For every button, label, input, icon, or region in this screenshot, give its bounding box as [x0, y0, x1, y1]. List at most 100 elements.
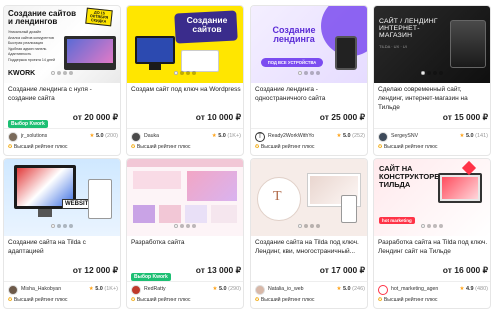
seller-name[interactable]: RedRatty: [144, 286, 194, 292]
rating: ★ 5.0 (1K+): [89, 286, 118, 292]
gig-card[interactable]: САЙТ НА КОНСТРУКТОРЕ ТИЛЬДА hot marketin…: [373, 158, 491, 309]
gig-title[interactable]: Разработка сайта: [131, 239, 241, 248]
avatar[interactable]: [8, 285, 18, 295]
gig-thumbnail[interactable]: WEBSITE: [4, 159, 120, 236]
site-image-block: [187, 171, 237, 201]
gig-card[interactable]: Разработка сайта Выбор Kwork от 13 000 ₽…: [126, 158, 244, 309]
rating: ★ 5.0 (290): [213, 286, 242, 292]
gig-card[interactable]: Создание лендинга ПОД ВСЕ УСТРОЙСТВА Соз…: [250, 5, 368, 156]
gig-thumbnail[interactable]: Создание сайтов: [127, 6, 243, 83]
gig-price: от 16 000 ₽: [442, 265, 488, 275]
star-icon: ★: [336, 133, 342, 139]
medal-icon: ✪: [378, 144, 383, 150]
carousel-dots[interactable]: [251, 215, 367, 233]
price-row: Выбор Kwork от 13 000 ₽: [131, 265, 241, 281]
medal-icon: ✪: [8, 144, 13, 150]
rating: ★ 5.0 (1K+): [212, 133, 241, 139]
gig-title[interactable]: Создание лендинга - одностраничного сайт…: [255, 86, 365, 104]
badge-label: Высший рейтинг плюс: [136, 144, 191, 150]
gig-title[interactable]: Разработка сайта на Tilda под ключ. Ленд…: [378, 239, 488, 257]
gig-price: от 20 000 ₽: [72, 112, 118, 122]
gig-thumbnail[interactable]: Создание сайтов и лендингов ДО 15 ОКТЯБР…: [4, 6, 120, 83]
rating: ★ 5.0 (252): [337, 133, 366, 139]
price-row: от 12 000 ₽: [8, 265, 118, 279]
divider: [4, 281, 120, 282]
top-rating-badge: ✪ Высший рейтинг плюс: [131, 297, 190, 303]
kwork-choice-badge: Выбор Kwork: [8, 120, 48, 128]
thumb-title: САЙТ / ЛЕНДИНГ ИНТЕРНЕТ-МАГАЗИН: [379, 18, 438, 40]
carousel-dots[interactable]: [374, 62, 490, 80]
carousel-dots[interactable]: [374, 215, 490, 233]
avatar[interactable]: T: [255, 132, 265, 142]
top-rating-badge: ✪ Высший рейтинг плюс: [8, 144, 67, 150]
seller-info: SergeySNV ★ 5.0 (141): [378, 132, 488, 142]
badge-label: Высший рейтинг плюс: [260, 144, 315, 150]
seller-name[interactable]: Dauka: [144, 133, 194, 139]
gig-title[interactable]: Создам сайт под ключ на Wordpress: [131, 86, 241, 95]
gig-title[interactable]: Создание сайта на Tilda с адаптацией: [8, 239, 118, 257]
seller-name[interactable]: SergeySNV: [391, 133, 441, 139]
avatar[interactable]: [255, 285, 265, 295]
gig-title[interactable]: Создание лендинга с нуля - создание сайт…: [8, 86, 118, 104]
gig-card[interactable]: Создание сайтов Создам сайт под ключ на …: [126, 5, 244, 156]
avatar[interactable]: [131, 132, 141, 142]
gig-card[interactable]: САЙТ / ЛЕНДИНГ ИНТЕРНЕТ-МАГАЗИН TILDA · …: [373, 5, 491, 156]
review-count: (141): [475, 133, 488, 139]
rating-value: 5.0: [342, 133, 351, 139]
star-icon: ★: [459, 133, 465, 139]
rating-value: 5.0: [95, 286, 103, 292]
thumb-title: Создание сайтов и лендингов: [8, 9, 77, 27]
seller-name[interactable]: Ready2WorkWithYo: [268, 133, 318, 139]
avatar[interactable]: [131, 285, 141, 295]
gig-grid: Создание сайтов и лендингов ДО 15 ОКТЯБР…: [0, 0, 500, 309]
medal-icon: ✪: [131, 144, 136, 150]
carousel-dots[interactable]: [4, 62, 120, 80]
laptop-illustration: [438, 173, 482, 203]
divider: [374, 128, 490, 129]
star-icon: ★: [336, 286, 342, 292]
badge-label: Высший рейтинг плюс: [13, 297, 68, 303]
thumb-subtitle: TILDA · UX · UI: [379, 44, 407, 49]
price-row: от 16 000 ₽: [378, 265, 488, 279]
badge-label: Высший рейтинг плюс: [383, 297, 438, 303]
gig-thumbnail[interactable]: САЙТ НА КОНСТРУКТОРЕ ТИЛЬДА hot marketin…: [374, 159, 490, 236]
carousel-dots[interactable]: [127, 62, 243, 80]
gig-thumbnail[interactable]: САЙТ / ЛЕНДИНГ ИНТЕРНЕТ-МАГАЗИН TILDA · …: [374, 6, 490, 83]
rating-value: 5.0: [465, 133, 474, 139]
rating: ★ 5.0 (200): [90, 133, 119, 139]
badge-label: Высший рейтинг плюс: [383, 144, 438, 150]
rating-value: 5.0: [218, 286, 227, 292]
seller-name[interactable]: Natalia_io_web: [268, 286, 318, 292]
carousel-dots[interactable]: [251, 62, 367, 80]
gig-card[interactable]: Создание сайтов и лендингов ДО 15 ОКТЯБР…: [3, 5, 121, 156]
seller-name[interactable]: Misha_Hakobyan: [21, 286, 71, 292]
carousel-dots[interactable]: [4, 215, 120, 233]
divider: [4, 128, 120, 129]
gig-thumbnail[interactable]: [127, 159, 243, 236]
seller-info: Misha_Hakobyan ★ 5.0 (1K+): [8, 285, 118, 295]
avatar[interactable]: [8, 132, 18, 142]
gig-thumbnail[interactable]: T: [251, 159, 367, 236]
avatar[interactable]: [378, 132, 388, 142]
gig-thumbnail[interactable]: Создание лендинга ПОД ВСЕ УСТРОЙСТВА: [251, 6, 367, 83]
gig-title[interactable]: Создание сайта на Tilda под ключ. Лендин…: [255, 239, 365, 257]
gig-card[interactable]: T Создание сайта на Tilda под ключ. Ленд…: [250, 158, 368, 309]
review-count: (246): [352, 286, 365, 292]
review-count: (1K+): [227, 133, 241, 139]
top-rating-badge: ✪ Высший рейтинг плюс: [378, 144, 437, 150]
review-count: (200): [105, 133, 118, 139]
badge-label: Высший рейтинг плюс: [136, 297, 191, 303]
seller-name[interactable]: hot_marketing_agen: [391, 286, 441, 292]
badge-label: Высший рейтинг плюс: [13, 144, 68, 150]
avatar[interactable]: [378, 285, 388, 295]
top-rating-badge: ✪ Высший рейтинг плюс: [131, 144, 190, 150]
top-rating-badge: ✪ Высший рейтинг плюс: [255, 297, 314, 303]
star-icon: ★: [89, 133, 95, 139]
medal-icon: ✪: [255, 297, 260, 303]
gig-title[interactable]: Сделаю современный сайт, лендинг, интерн…: [378, 86, 488, 112]
thumb-title: САЙТ НА КОНСТРУКТОРЕ ТИЛЬДА: [379, 164, 440, 189]
carousel-dots[interactable]: [127, 215, 243, 233]
seller-name[interactable]: jr_solutions: [21, 133, 71, 139]
phone-illustration: [88, 179, 112, 219]
gig-card[interactable]: WEBSITE Создание сайта на Tilda с адапта…: [3, 158, 121, 309]
